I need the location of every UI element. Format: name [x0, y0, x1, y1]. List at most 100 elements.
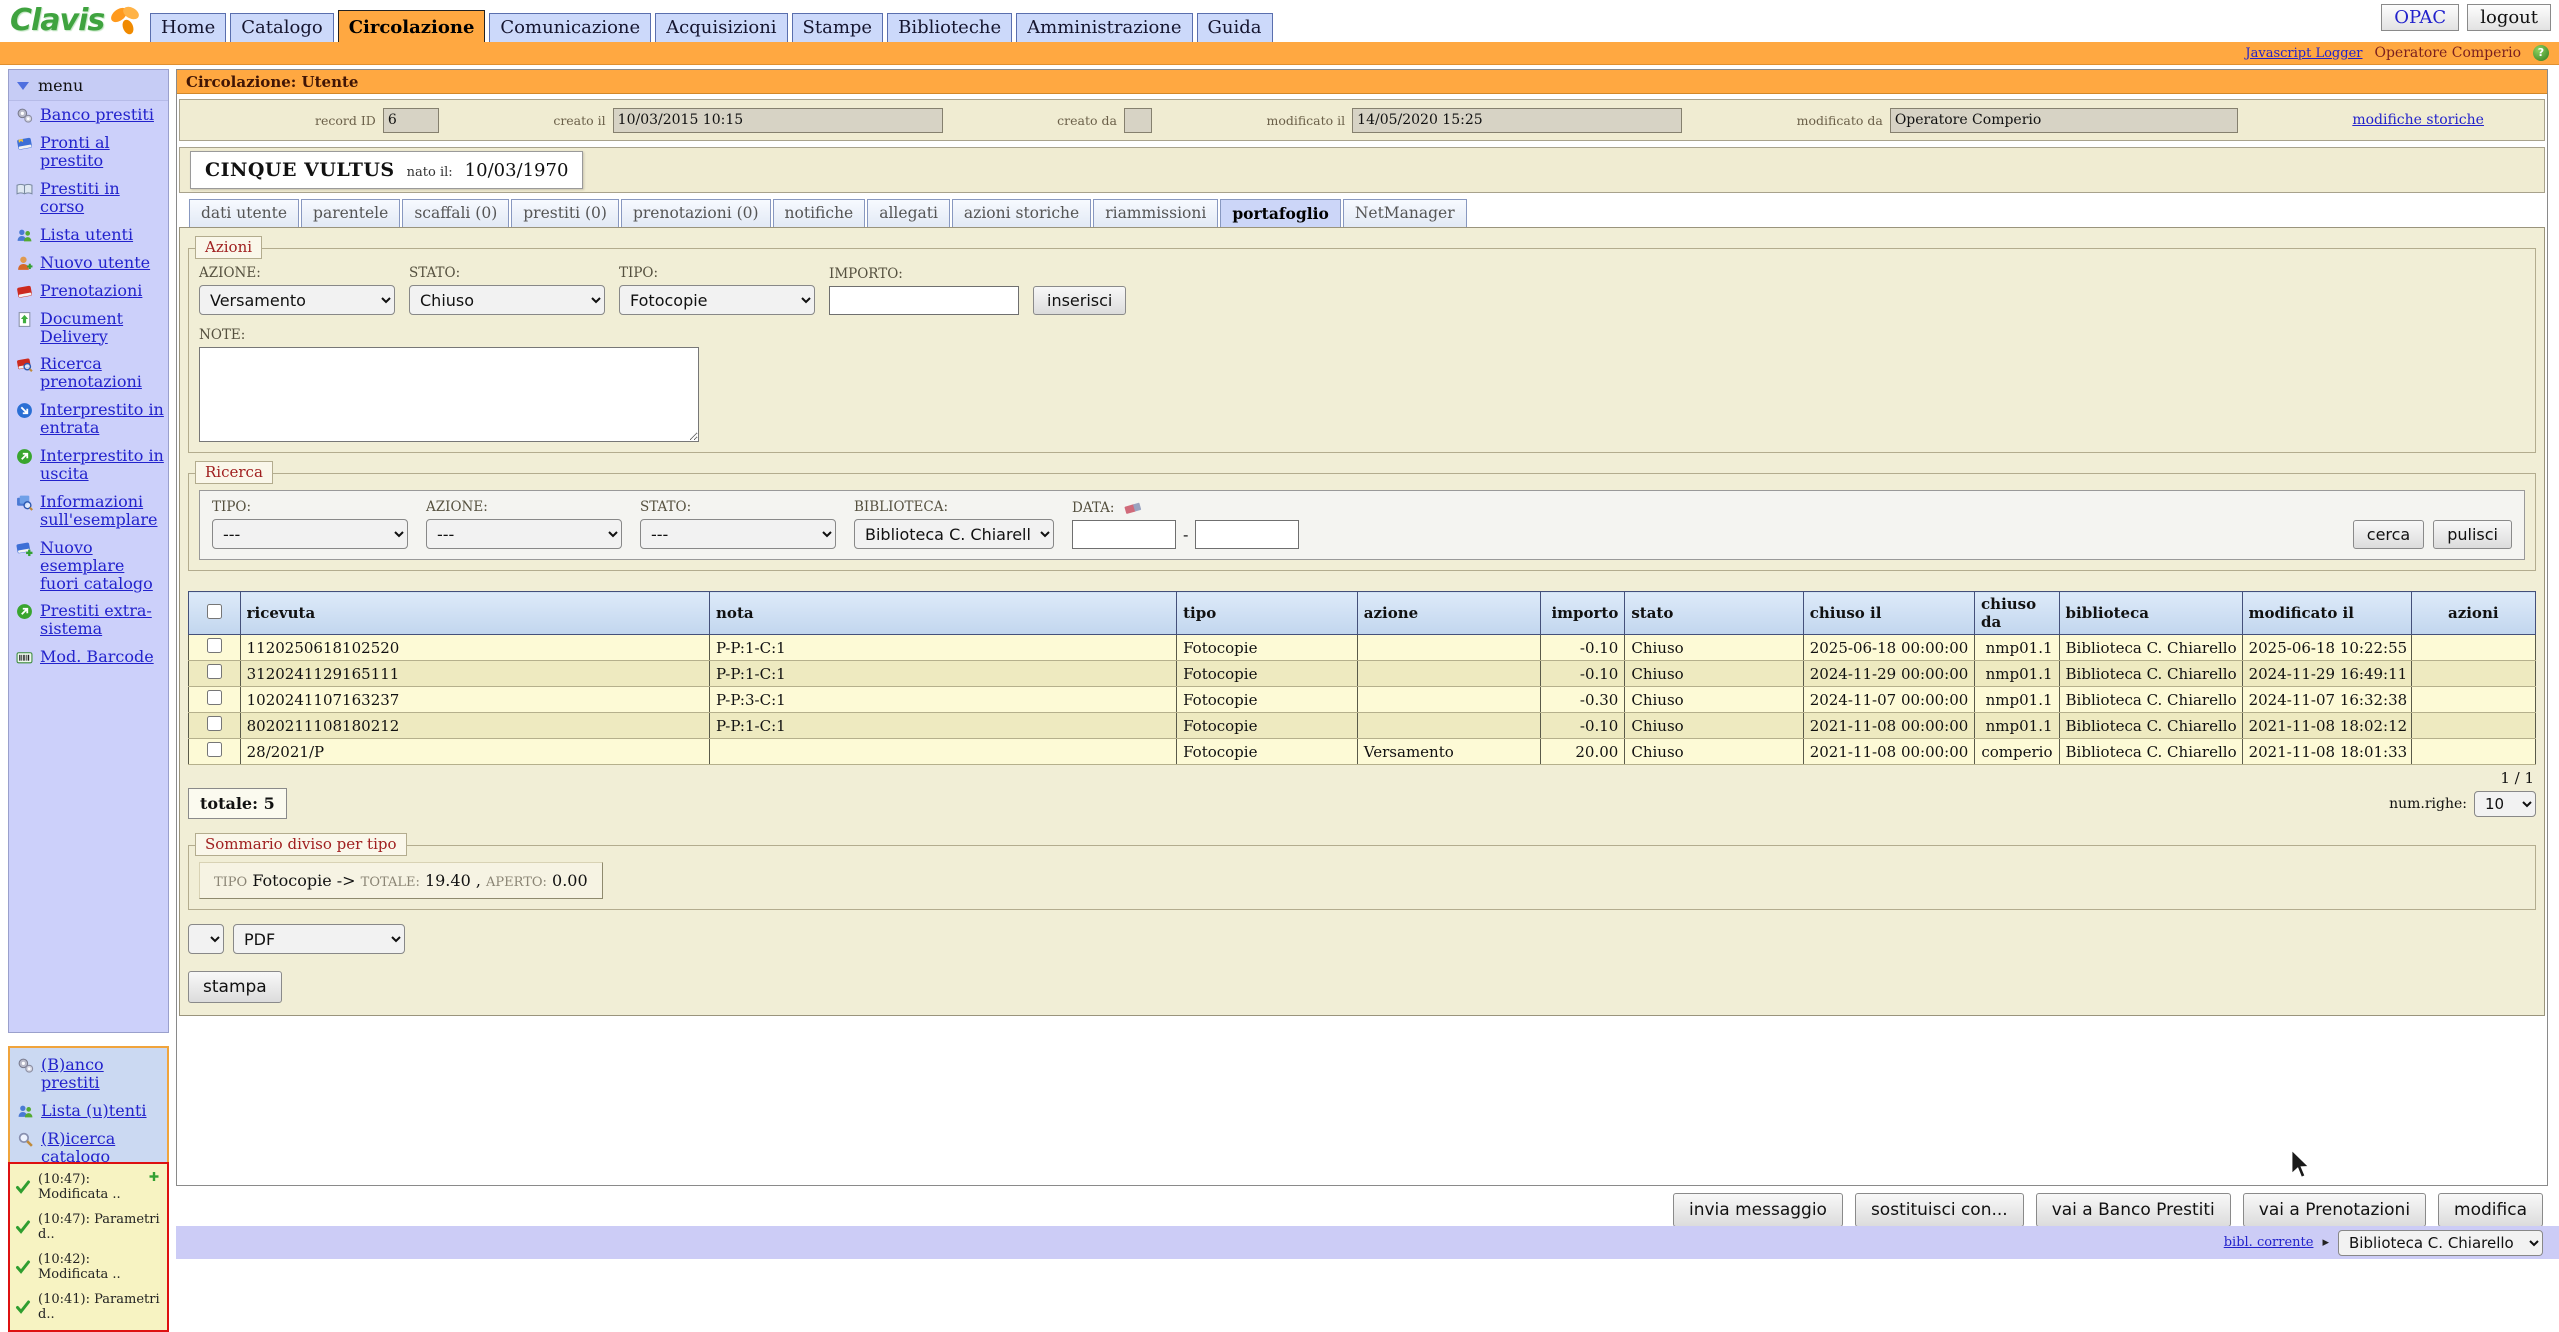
opac-button[interactable]: OPAC — [2381, 4, 2459, 31]
nav-tab-biblioteche[interactable]: Biblioteche — [887, 13, 1012, 42]
sidebar-item-prestiti-extra-sistema[interactable]: Prestiti extra-sistema — [9, 597, 168, 643]
tab-notifiche[interactable]: notifiche — [773, 199, 866, 227]
filtro-azione-select[interactable]: --- — [426, 519, 622, 549]
inserisci-button[interactable]: inserisci — [1033, 286, 1126, 315]
logout-button[interactable]: logout — [2467, 4, 2551, 31]
sidebar-item-pronti-al-prestito[interactable]: Pronti al prestito — [9, 129, 168, 175]
select-all-checkbox[interactable] — [207, 604, 222, 619]
record-id-label: record ID — [315, 113, 376, 128]
tab-parentele[interactable]: parentele — [301, 199, 400, 227]
sidebar-item-prestiti-in-corso[interactable]: Prestiti in corso — [9, 175, 168, 221]
eraser-icon[interactable] — [1123, 501, 1143, 515]
tab-portafoglio[interactable]: portafoglio — [1220, 199, 1341, 227]
col-header-ricevuta[interactable]: ricevuta — [240, 592, 709, 635]
col-header-nota[interactable]: nota — [710, 592, 1177, 635]
sidebar-item-document-delivery[interactable]: Document Delivery — [9, 305, 168, 351]
row-checkbox[interactable] — [207, 664, 222, 679]
check-icon — [15, 1299, 31, 1315]
col-header-chiuso-da[interactable]: chiuso da — [1975, 592, 2059, 635]
tab-netmanager[interactable]: NetManager — [1343, 199, 1467, 227]
export-format-select[interactable]: PDF — [233, 924, 405, 954]
cell-tipo: Fotocopie — [1177, 687, 1358, 713]
status-message-text: (10:42): Modificata .. — [38, 1252, 162, 1282]
bibl-corrente-link[interactable]: bibl. corrente — [2224, 1235, 2314, 1250]
tab-scaffali[interactable]: scaffali (0) — [402, 199, 509, 227]
nav-tab-home[interactable]: Home — [150, 13, 226, 42]
tab-riammissioni[interactable]: riammissioni — [1093, 199, 1218, 227]
sostituisci-con-button[interactable]: sostituisci con... — [1855, 1193, 2024, 1227]
cell-ricevuta: 28/2021/P — [240, 739, 709, 765]
cell-biblioteca: Biblioteca C. Chiarello — [2059, 635, 2242, 661]
vai-a-prenotazioni-button[interactable]: vai a Prenotazioni — [2243, 1193, 2426, 1227]
sidebar-item-banco-prestiti[interactable]: Banco prestiti — [9, 101, 168, 129]
modifiche-storiche-link[interactable]: modifiche storiche — [2352, 112, 2484, 128]
sidebar-item-label: Mod. Barcode — [40, 648, 154, 666]
vai-a-banco-prestiti-button[interactable]: vai a Banco Prestiti — [2036, 1193, 2231, 1227]
col-header-stato[interactable]: stato — [1625, 592, 1803, 635]
nav-tab-catalogo[interactable]: Catalogo — [230, 13, 333, 42]
sidebar-item-lista-utenti[interactable]: Lista utenti — [9, 221, 168, 249]
help-icon[interactable]: ? — [2533, 45, 2549, 61]
invia-messaggio-button[interactable]: invia messaggio — [1673, 1193, 1843, 1227]
col-header-modificato-il[interactable]: modificato il — [2242, 592, 2411, 635]
row-checkbox[interactable] — [207, 742, 222, 757]
tab-prestiti[interactable]: prestiti (0) — [511, 199, 619, 227]
sidebar-item-nuovo-esemplare[interactable]: Nuovo esemplare fuori catalogo — [9, 534, 168, 598]
sidebar-item-interprestito-uscita[interactable]: Interprestito in uscita — [9, 442, 168, 488]
cell-tipo: Fotocopie — [1177, 635, 1358, 661]
shortcut-lista-utenti[interactable]: Lista (u)tenti — [10, 1097, 167, 1125]
tab-azioni-storiche[interactable]: azioni storiche — [952, 199, 1091, 227]
row-checkbox[interactable] — [207, 716, 222, 731]
data-da-input[interactable] — [1072, 520, 1176, 549]
nav-tab-guida[interactable]: Guida — [1197, 13, 1273, 42]
row-checkbox[interactable] — [207, 690, 222, 705]
cell-select — [189, 739, 241, 765]
sidebar-item-interprestito-entrata[interactable]: Interprestito in entrata — [9, 396, 168, 442]
filtro-stato-select[interactable]: --- — [640, 519, 836, 549]
note-textarea[interactable] — [199, 347, 699, 442]
num-righe-select[interactable]: 10 — [2474, 791, 2536, 817]
nav-tab-comunicazione[interactable]: Comunicazione — [489, 13, 651, 42]
filtro-biblioteca-select[interactable]: Biblioteca C. Chiarello — [854, 519, 1054, 549]
sidebar-item-ricerca-prenotazioni[interactable]: Ricerca prenotazioni — [9, 350, 168, 396]
nav-tab-stampe[interactable]: Stampe — [792, 13, 884, 42]
tab-prenotazioni[interactable]: prenotazioni (0) — [621, 199, 771, 227]
nav-tab-amministrazione[interactable]: Amministrazione — [1016, 13, 1192, 42]
tab-dati-utente[interactable]: dati utente — [189, 199, 299, 227]
pulisci-button[interactable]: pulisci — [2433, 520, 2512, 549]
export-secondary-select[interactable] — [188, 924, 224, 954]
data-a-input[interactable] — [1195, 520, 1299, 549]
filtro-tipo-select[interactable]: --- — [212, 519, 408, 549]
stampa-button[interactable]: stampa — [188, 971, 282, 1003]
sidebar-item-mod-barcode[interactable]: Mod. Barcode — [9, 643, 168, 671]
sidebar-item-label: Nuovo esemplare fuori catalogo — [40, 539, 165, 593]
sidebar-item-informazioni-esemplare[interactable]: Informazioni sull'esemplare — [9, 488, 168, 534]
azione-select[interactable]: Versamento — [199, 285, 395, 315]
col-header-tipo[interactable]: tipo — [1177, 592, 1358, 635]
row-checkbox[interactable] — [207, 638, 222, 653]
red-book-icon — [16, 283, 33, 300]
tab-allegati[interactable]: allegati — [867, 199, 950, 227]
menu-collapse-toggle[interactable]: menu — [9, 70, 168, 101]
modifica-button[interactable]: modifica — [2438, 1193, 2543, 1227]
col-header-azione[interactable]: azione — [1357, 592, 1540, 635]
sidebar-item-nuovo-utente[interactable]: Nuovo utente — [9, 249, 168, 277]
javascript-logger-link[interactable]: Javascript Logger — [2245, 46, 2362, 61]
tipo-select[interactable]: Fotocopie — [619, 285, 815, 315]
stato-select[interactable]: Chiuso — [409, 285, 605, 315]
num-righe-label: num.righe: — [2389, 796, 2467, 812]
cerca-button[interactable]: cerca — [2353, 520, 2424, 549]
importo-input[interactable] — [829, 286, 1019, 315]
shortcut-banco-prestiti[interactable]: (B)anco prestiti — [10, 1051, 167, 1097]
ricerca-fieldset: Ricerca TIPO: --- AZIONE: --- STATO: --- — [188, 473, 2536, 571]
col-header-azioni[interactable]: azioni — [2411, 592, 2535, 635]
nav-tab-acquisizioni[interactable]: Acquisizioni — [655, 13, 787, 42]
col-header-biblioteca[interactable]: biblioteca — [2059, 592, 2242, 635]
sidebar-item-prenotazioni[interactable]: Prenotazioni — [9, 277, 168, 305]
biblioteca-corrente-select[interactable]: Biblioteca C. Chiarello — [2338, 1230, 2543, 1256]
triangle-down-icon — [17, 82, 29, 90]
col-header-chiuso-il[interactable]: chiuso il — [1803, 592, 1974, 635]
circle-arrow-out-icon — [16, 603, 33, 620]
col-header-importo[interactable]: importo — [1540, 592, 1624, 635]
nav-tab-circolazione[interactable]: Circolazione — [338, 10, 486, 42]
